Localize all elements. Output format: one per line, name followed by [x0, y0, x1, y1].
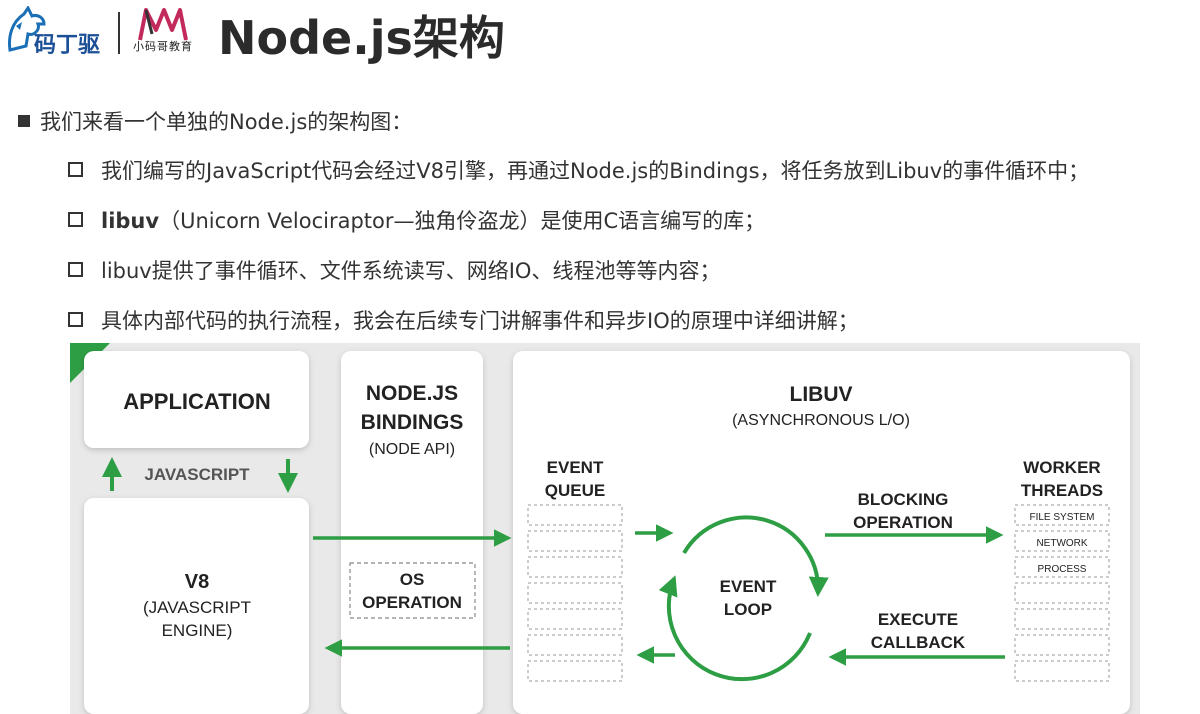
application-label: APPLICATION — [123, 389, 270, 414]
filled-square-bullet-icon — [18, 115, 30, 127]
open-square-bullet-icon — [68, 212, 83, 227]
event-queue-label-2: QUEUE — [545, 481, 605, 500]
bullet-item: 我们编写的JavaScript代码会经过V8引擎，再通过Node.js的Bind… — [68, 155, 1089, 185]
os-operation-label-1: OS — [400, 570, 425, 589]
event-loop-label-2: LOOP — [724, 600, 772, 619]
worker-item-file-system: FILE SYSTEM — [1029, 512, 1094, 523]
logo-divider — [118, 12, 120, 54]
bullet-item-text: 我们编写的JavaScript代码会经过V8引擎，再通过Node.js的Bind… — [101, 159, 1090, 183]
bindings-label-1: NODE.JS — [366, 382, 458, 405]
svg-text:码丁驱: 码丁驱 — [34, 33, 100, 58]
bullet-item: libuv（Unicorn Velociraptor—独角伶盗龙）是使用C语言编… — [68, 205, 765, 235]
worker-item-process: PROCESS — [1038, 564, 1087, 575]
v8-sublabel-2: ENGINE) — [162, 621, 233, 640]
javascript-label: JAVASCRIPT — [144, 465, 250, 484]
nodejs-architecture-diagram: APPLICATION JAVASCRIPT V8 (JAVASCRIPT EN… — [70, 343, 1140, 714]
worker-threads-label-1: WORKER — [1023, 458, 1100, 477]
blocking-operation-label-1: BLOCKING — [858, 490, 949, 509]
bullet-intro: 我们来看一个单独的Node.js的架构图： — [18, 106, 412, 136]
bullet-intro-text: 我们来看一个单独的Node.js的架构图： — [40, 110, 413, 134]
bullet-item-text: libuv提供了事件循环、文件系统读写、网络IO、线程池等等内容； — [101, 259, 721, 283]
page-title: Node.js架构 — [218, 11, 505, 65]
bullet-item-text: 具体内部代码的执行流程，我会在后续专门讲解事件和异步IO的原理中详细讲解； — [101, 309, 859, 333]
open-square-bullet-icon — [68, 162, 83, 177]
logo-xiaomage-text: 小码哥教育 — [133, 40, 193, 53]
open-square-bullet-icon — [68, 312, 83, 327]
execute-callback-label-2: CALLBACK — [871, 633, 966, 652]
event-queue-label-1: EVENT — [547, 458, 604, 477]
worker-item-network: NETWORK — [1036, 538, 1087, 549]
bullet-item-text: （Unicorn Velociraptor—独角伶盗龙）是使用C语言编写的库； — [159, 209, 766, 233]
open-square-bullet-icon — [68, 262, 83, 277]
blocking-operation-label-2: OPERATION — [853, 513, 953, 532]
bindings-box — [341, 351, 483, 714]
event-loop-label-1: EVENT — [720, 577, 777, 596]
worker-threads-label-2: THREADS — [1021, 481, 1103, 500]
event-queue-slots — [527, 504, 623, 682]
libuv-title: LIBUV — [790, 383, 853, 406]
logo-madingjia: 码丁驱 — [8, 6, 100, 58]
os-operation-label-2: OPERATION — [362, 593, 462, 612]
v8-sublabel-1: (JAVASCRIPT — [143, 598, 251, 617]
bullet-item: 具体内部代码的执行流程，我会在后续专门讲解事件和异步IO的原理中详细讲解； — [68, 305, 859, 335]
bindings-label-3: (NODE API) — [369, 441, 455, 458]
execute-callback-label-1: EXECUTE — [878, 610, 958, 629]
bindings-label-2: BINDINGS — [361, 411, 464, 434]
bullet-item-bold: libuv — [101, 209, 160, 233]
worker-thread-slots — [1014, 504, 1110, 682]
libuv-subtitle: (ASYNCHRONOUS L/O) — [732, 412, 910, 429]
bullet-item: libuv提供了事件循环、文件系统读写、网络IO、线程池等等内容； — [68, 255, 720, 285]
v8-label: V8 — [185, 571, 209, 593]
